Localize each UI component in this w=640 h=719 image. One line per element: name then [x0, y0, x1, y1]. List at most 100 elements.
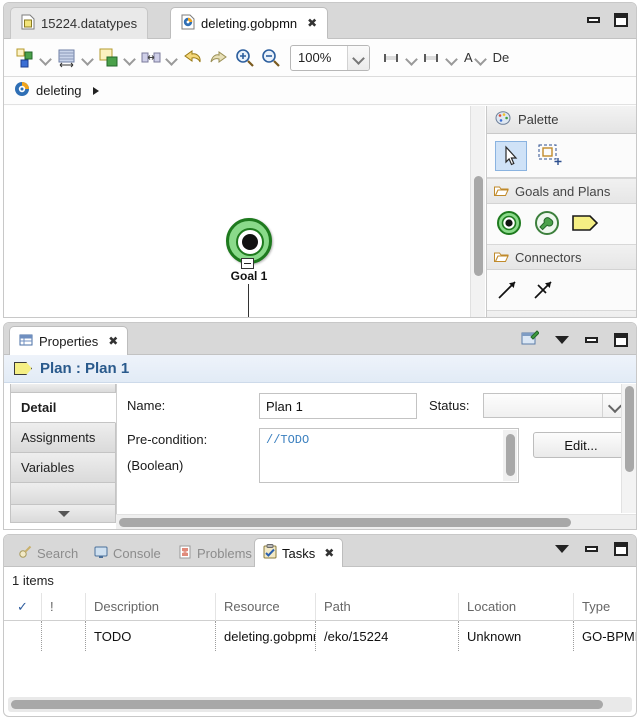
maximize-icon[interactable]	[614, 542, 628, 556]
chevron-down-icon[interactable]	[347, 45, 369, 70]
palette-drawer-annotations[interactable]: Annotations	[487, 310, 636, 317]
precondition-scrollbar[interactable]	[503, 430, 517, 481]
minimize-icon[interactable]	[585, 336, 598, 343]
palette-drawer-connectors[interactable]: Connectors	[487, 244, 636, 270]
zoom-out-icon[interactable]	[258, 45, 284, 71]
properties-vertical-scrollbar[interactable]	[621, 384, 636, 513]
diagram-node-goal[interactable]	[226, 218, 272, 269]
console-icon	[94, 545, 108, 562]
undo-icon[interactable]	[180, 45, 206, 71]
side-tab-filler	[10, 483, 116, 505]
zoom-level-combo[interactable]: 100%	[290, 44, 370, 71]
side-tab-detail-label: Detail	[21, 400, 57, 415]
align-distribute-icon[interactable]	[12, 45, 38, 71]
chevron-down-icon[interactable]	[444, 45, 460, 71]
column-header-resource-label: Resource	[224, 599, 280, 614]
name-row: Name:	[127, 398, 165, 413]
side-tab-variables-label: Variables	[21, 460, 75, 475]
scrollbar-thumb[interactable]	[474, 176, 483, 276]
side-tab-assignments[interactable]: Assignments	[10, 423, 116, 453]
table-row[interactable]: TODO deleting.gobpmn /eko/15224 Unknown …	[4, 621, 636, 651]
goal-node-icon[interactable]	[495, 209, 523, 240]
chevron-down-icon[interactable]	[80, 45, 96, 71]
column-header-resource[interactable]: Resource	[216, 592, 316, 621]
tasks-part: Search Console Problems Tasks ✖ 1 items …	[3, 534, 637, 717]
tasks-icon	[263, 544, 277, 562]
status-combo[interactable]	[483, 393, 627, 418]
exclusion-arrow-icon[interactable]	[531, 276, 557, 305]
distribute-horizontal-icon[interactable]	[138, 45, 164, 71]
editor-tab-deleting-label: deleting.gobpmn	[201, 15, 298, 31]
decomposition-arrow-icon[interactable]	[495, 276, 521, 305]
problems-icon	[178, 545, 192, 562]
view-menu-icon[interactable]	[555, 335, 569, 344]
editor-tab-datatypes[interactable]: 15224.datatypes	[10, 7, 149, 39]
column-header-priority[interactable]: !	[42, 592, 86, 621]
name-input[interactable]	[259, 393, 417, 419]
tasks-horizontal-scrollbar[interactable]	[8, 697, 632, 712]
view-menu-icon[interactable]	[555, 545, 569, 553]
redo-icon[interactable]	[206, 45, 232, 71]
tab-problems[interactable]: Problems	[170, 539, 260, 567]
scrollbar-thumb[interactable]	[11, 700, 603, 709]
tab-properties[interactable]: Properties ✖	[9, 326, 129, 355]
tab-search[interactable]: Search	[10, 539, 86, 567]
chevron-down-icon[interactable]	[122, 45, 138, 71]
properties-horizontal-scrollbar[interactable]	[116, 514, 636, 529]
align-left-icon[interactable]	[380, 46, 404, 70]
column-header-location-label: Location	[467, 599, 517, 614]
arrange-icon[interactable]	[96, 45, 122, 71]
breadcrumb-item-deleting[interactable]: deleting	[36, 83, 82, 98]
chevron-down-icon[interactable]	[473, 45, 489, 71]
scrollbar-thumb[interactable]	[625, 386, 634, 472]
maximize-icon[interactable]	[614, 332, 628, 347]
scrollbar-thumb[interactable]	[119, 518, 571, 527]
scrollbar-thumb[interactable]	[506, 434, 515, 476]
column-header-description[interactable]: Description	[86, 592, 216, 621]
properties-icon	[19, 333, 33, 350]
column-header-type[interactable]: Type	[574, 593, 636, 621]
tab-console[interactable]: Console	[86, 539, 169, 567]
tab-tasks-label: Tasks	[282, 545, 316, 561]
folder-open-icon	[494, 251, 509, 263]
side-tab-detail[interactable]: Detail	[10, 393, 116, 423]
palette-drawer-goals-and-plans[interactable]: Goals and Plans	[487, 178, 636, 204]
align-top-icon[interactable]	[420, 46, 444, 70]
marquee-select-icon[interactable]	[535, 141, 567, 171]
chevron-down-icon[interactable]	[164, 45, 180, 71]
close-icon[interactable]: ✖	[307, 16, 317, 30]
cell-check[interactable]	[4, 621, 42, 651]
minimize-icon[interactable]	[585, 546, 598, 552]
match-size-icon[interactable]	[54, 45, 80, 71]
close-icon[interactable]: ✖	[108, 334, 118, 348]
column-header-path[interactable]: Path	[316, 592, 459, 621]
font-icon[interactable]: A	[464, 50, 473, 65]
diagram-canvas[interactable]: Goal 1 Plan 1	[4, 106, 470, 317]
canvas-vertical-scrollbar[interactable]	[470, 106, 485, 317]
close-icon[interactable]: ✖	[324, 546, 334, 560]
side-tabs-scroll-down[interactable]	[10, 505, 116, 523]
column-header-check[interactable]: ✓	[4, 592, 42, 621]
column-header-location[interactable]: Location	[459, 592, 574, 621]
collapse-toggle[interactable]	[241, 258, 254, 269]
chevron-down-icon[interactable]	[404, 45, 420, 71]
zoom-level-value[interactable]: 100%	[291, 50, 347, 65]
maximize-icon[interactable]	[614, 13, 628, 27]
editor-tab-deleting[interactable]: deleting.gobpmn ✖	[170, 7, 329, 39]
diagram-connector[interactable]	[248, 284, 249, 317]
plan-ref-node-icon[interactable]	[533, 209, 561, 240]
chevron-down-icon[interactable]	[38, 45, 54, 71]
plan-node-icon[interactable]	[571, 212, 601, 237]
edit-button[interactable]: Edit...	[533, 432, 629, 458]
toolbar-truncated-label[interactable]: De	[493, 50, 510, 65]
precondition-editor[interactable]: //TODO	[259, 428, 519, 483]
chevron-right-icon[interactable]	[92, 86, 99, 95]
side-tab-variables[interactable]: Variables	[10, 453, 116, 483]
column-header-type-label: Type	[582, 599, 611, 614]
new-properties-view-icon[interactable]	[521, 330, 540, 349]
zoom-in-icon[interactable]	[232, 45, 258, 71]
datatypes-file-icon	[21, 14, 35, 33]
select-arrow-icon[interactable]	[495, 140, 527, 171]
tab-tasks[interactable]: Tasks ✖	[254, 538, 344, 567]
minimize-icon[interactable]	[587, 17, 600, 23]
